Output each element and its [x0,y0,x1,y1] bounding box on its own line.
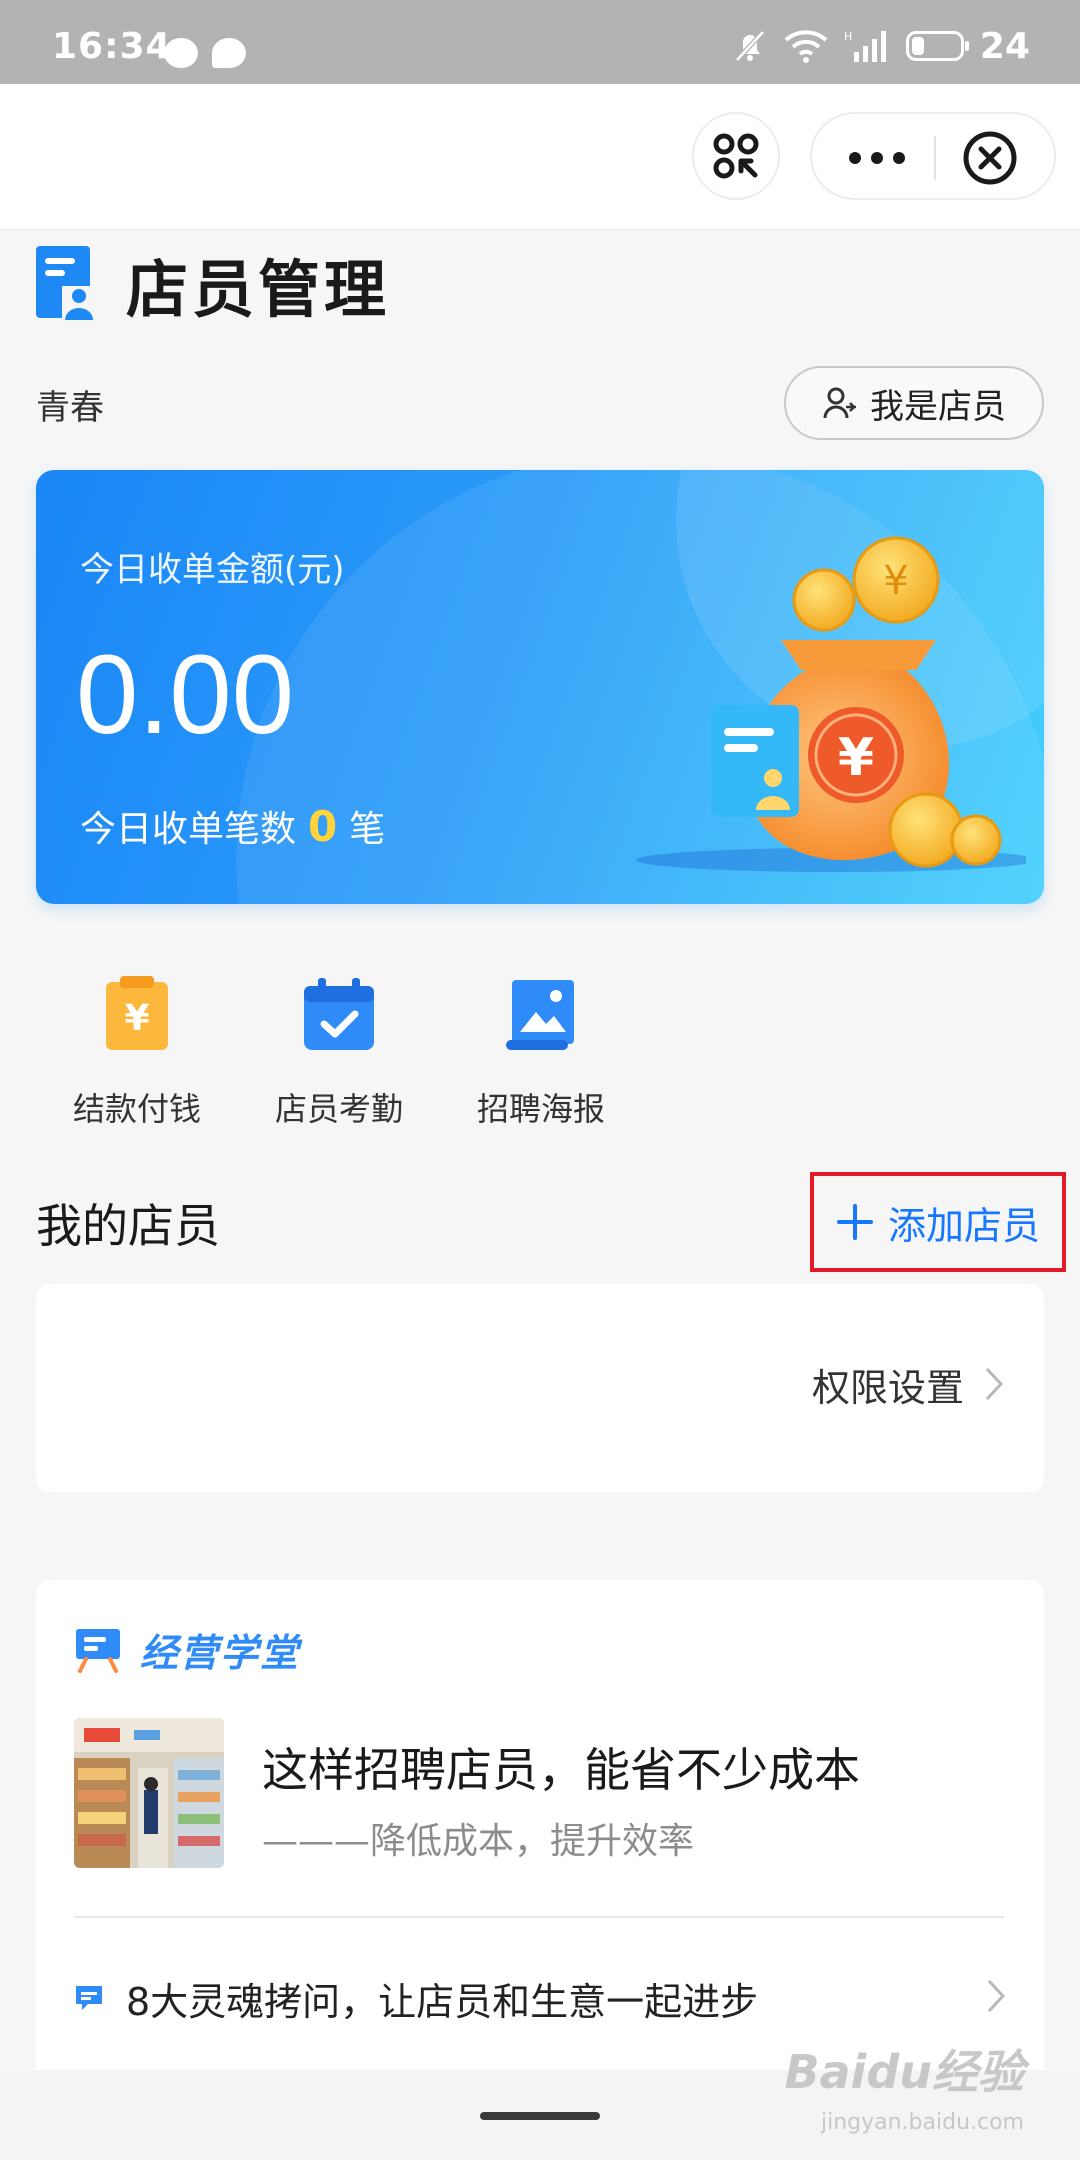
quick-action-label: 店员考勤 [274,1090,403,1128]
svg-text:¥: ¥ [838,728,874,788]
user-switch-icon [823,387,856,419]
chat-bubble-icon [212,38,246,68]
scan-button[interactable] [692,112,780,200]
battery-level: 24 [979,25,1030,67]
academy-header: 经营学堂 [74,1622,300,1677]
quick-action-poster[interactable]: 招聘海报 [440,976,642,1130]
lecture-board-icon [76,1628,120,1673]
chevron-right-icon [987,1979,1006,2013]
iam-staff-label: 我是店员 [870,386,1006,427]
quick-action-label: 招聘海报 [476,1090,605,1128]
quick-action-attendance[interactable]: 店员考勤 [238,976,440,1130]
scan-icon [713,133,759,179]
plus-icon [836,1204,873,1240]
article-list-item[interactable]: 8大灵魂拷问，让店员和生意一起进步 [74,1958,1034,2038]
order-count-row: 今日收单笔数 0 笔 [80,800,385,852]
status-time: 16:34 [52,26,172,67]
revenue-amount: 0.00 [76,632,294,757]
money-bag-illustration: ¥ ¥ [636,536,1026,872]
revenue-card[interactable]: 今日收单金额(元) 0.00 今日收单笔数 0 笔 ¥ ¥ [36,470,1044,904]
svg-text:¥: ¥ [883,558,908,604]
poster-icon [506,980,574,1050]
business-academy-card: 经营学堂 这样招聘店员，能省不少成本 ———降低成本，提升效率 8大灵魂拷问，让… [36,1580,1044,2100]
order-count-prefix: 今日收单笔数 [80,809,297,850]
order-count: 0 [308,802,338,851]
svg-text:¥: ¥ [124,998,149,1039]
watermark-logo: Baidu经验 [784,2045,1024,2099]
payment-icon: ¥ [106,976,168,1050]
featured-article[interactable]: 这样招聘店员，能省不少成本 ———降低成本，提升效率 [74,1718,1004,1874]
store-photo-thumbnail [74,1718,224,1868]
academy-title: 经营学堂 [140,1631,301,1675]
add-staff-button[interactable]: 添加店员 [810,1172,1066,1272]
status-right: H 24 [732,25,1030,67]
revenue-label: 今日收单金额(元) [80,550,345,590]
featured-article-title: 这样招聘店员，能省不少成本 [262,1743,860,1797]
signal-icon: H [844,30,886,62]
my-staff-title: 我的店员 [36,1199,220,1253]
mute-bell-icon [735,30,765,62]
close-button[interactable] [962,130,1018,186]
permissions-settings-link[interactable]: 权限设置 [812,1344,1004,1424]
nav-bar [0,84,1080,230]
more-button[interactable] [842,140,912,176]
chevron-right-icon [985,1367,1004,1401]
status-bar: 16:34 H 24 [0,0,1080,84]
divider [74,1916,1004,1918]
more-dots-icon [849,152,905,164]
message-icon [76,1986,102,2010]
add-staff-label: 添加店员 [887,1203,1040,1248]
quick-actions: ¥ 结款付钱 店员考勤 招聘海报 [36,976,642,1130]
calendar-check-icon [304,978,374,1050]
order-count-suffix: 笔 [349,809,386,850]
staff-card-icon [36,246,96,322]
wifi-icon [784,30,828,63]
capsule-divider [934,136,936,180]
page-title: 店员管理 [126,253,391,326]
quick-action-payment[interactable]: ¥ 结款付钱 [36,976,238,1130]
battery-icon [905,31,969,61]
menu-capsule [810,112,1056,200]
article-list-text: 8大灵魂拷问，让店员和生意一起进步 [126,1979,759,2024]
svg-text:H: H [844,30,852,43]
quick-action-label: 结款付钱 [72,1090,201,1128]
watermark-url: jingyan.baidu.com [820,2110,1024,2135]
store-name: 青春 [36,388,104,428]
permissions-label: 权限设置 [811,1365,964,1410]
page-header: 店员管理 [36,244,390,326]
message-bubble-icon [164,38,198,68]
close-icon [963,131,1017,185]
featured-article-subtitle: ———降低成本，提升效率 [262,1821,695,1862]
staff-list-card: 权限设置 [36,1284,1044,1492]
home-indicator[interactable] [480,2112,600,2120]
iam-staff-button[interactable]: 我是店员 [784,366,1044,440]
